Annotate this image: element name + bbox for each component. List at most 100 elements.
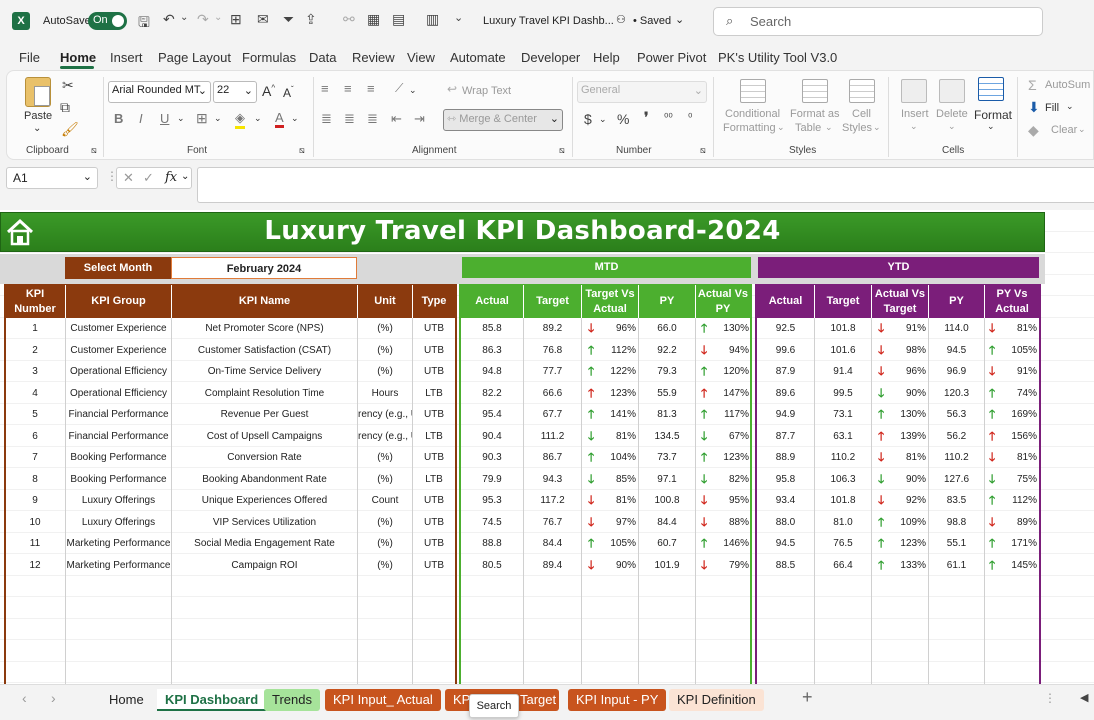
cell-styles-label-2[interactable]: Styles <box>842 122 872 134</box>
clipboard-launcher-icon[interactable]: ⧅ <box>91 145 97 156</box>
name-box[interactable]: A1 ⌄ <box>6 167 98 189</box>
tab-home[interactable]: Home <box>101 689 152 711</box>
autosum-button[interactable]: AutoSum <box>1045 79 1090 91</box>
font-launcher-icon[interactable]: ⧅ <box>299 145 305 156</box>
tab-trends[interactable]: Trends <box>264 689 320 711</box>
format-as-table-icon[interactable] <box>802 79 828 103</box>
autosave-toggle[interactable]: On <box>88 12 127 30</box>
paste-button[interactable]: Paste <box>24 110 52 122</box>
redo-icon[interactable]: ↷ <box>197 11 209 28</box>
customize-qat-icon[interactable]: ⌄ <box>454 11 463 24</box>
format-as-table-label-1[interactable]: Format as <box>790 108 840 120</box>
menu-view[interactable]: View <box>407 50 435 65</box>
cancel-icon[interactable]: ✕ <box>123 170 134 186</box>
fill-button[interactable]: Fill <box>1045 102 1059 114</box>
fill-chevron-icon[interactable]: ⌄ <box>254 113 262 124</box>
menu-data[interactable]: Data <box>309 50 336 65</box>
italic-icon[interactable]: I <box>139 111 143 126</box>
tab-kpi-input-py[interactable]: KPI Input - PY <box>568 689 667 711</box>
wrap-text-button[interactable]: Wrap Text <box>462 85 511 97</box>
grow-font-icon[interactable]: A^ <box>262 83 275 99</box>
insert-function-icon[interactable]: fx <box>165 170 177 185</box>
tab-kpi-definition[interactable]: KPI Definition <box>669 689 764 711</box>
orientation-icon[interactable]: ⟋ <box>395 81 403 96</box>
align-right-icon[interactable]: ≣ <box>367 111 378 127</box>
align-bottom-icon[interactable]: ≡ <box>367 81 375 96</box>
scroll-left-icon[interactable]: ◀ <box>1080 691 1088 704</box>
font-color-icon[interactable]: A <box>275 110 284 128</box>
decrease-indent-icon[interactable]: ⇤ <box>391 111 402 127</box>
increase-decimal-icon[interactable]: ⁰⁰ <box>664 111 673 124</box>
font-name-select[interactable]: Arial Rounded MT ⌄ <box>108 81 211 103</box>
increase-indent-icon[interactable]: ⇥ <box>414 111 425 127</box>
menu-developer[interactable]: Developer <box>521 50 580 65</box>
insert-cells-icon[interactable] <box>901 79 927 103</box>
fill-color-icon[interactable]: ◈ <box>235 110 245 129</box>
formula-input[interactable] <box>197 167 1094 203</box>
enter-icon[interactable]: ✓ <box>143 170 154 186</box>
format-cells-icon[interactable] <box>978 77 1004 101</box>
share-icon[interactable]: ⇪ <box>305 11 317 28</box>
border-icon[interactable]: ⊞ <box>196 110 208 127</box>
grid-icon[interactable]: ▦ <box>367 11 380 28</box>
conditional-formatting-label-1[interactable]: Conditional <box>725 108 780 120</box>
menu-insert[interactable]: Insert <box>110 50 143 65</box>
filter-icon[interactable]: ⏷ <box>283 11 294 28</box>
format-as-table-label-2[interactable]: Table <box>795 122 821 134</box>
mail-icon[interactable]: ✉ <box>257 11 269 28</box>
conditional-formatting-icon[interactable] <box>740 79 766 103</box>
form-icon[interactable]: ▥ <box>426 11 439 28</box>
next-sheet-icon[interactable]: › <box>51 690 56 706</box>
menu-power-pivot[interactable]: Power Pivot <box>637 50 706 65</box>
delete-cells-button[interactable]: Delete <box>936 108 968 120</box>
link-icon[interactable]: ⚯ <box>343 11 355 28</box>
saved-chevron-icon[interactable]: ⌄ <box>675 13 684 26</box>
cell-styles-icon[interactable] <box>849 79 875 103</box>
menu-page-layout[interactable]: Page Layout <box>158 50 231 65</box>
format-painter-icon[interactable]: 🖌 <box>61 121 79 138</box>
underline-icon[interactable]: U <box>160 111 169 126</box>
save-icon[interactable]: 🖫 <box>138 12 150 36</box>
clear-icon[interactable]: ◆ <box>1028 122 1039 139</box>
orientation-chevron-icon[interactable]: ⌄ <box>409 85 417 96</box>
border-chevron-icon[interactable]: ⌄ <box>214 113 222 124</box>
menu-automate[interactable]: Automate <box>450 50 506 65</box>
percent-icon[interactable]: % <box>617 111 629 127</box>
menu-utility-tool[interactable]: PK's Utility Tool V3.0 <box>718 50 837 65</box>
search-box[interactable]: ⌕ Search <box>713 7 1043 36</box>
month-select[interactable]: February 2024 <box>171 257 357 279</box>
saved-status[interactable]: • Saved <box>633 15 671 27</box>
copy-icon[interactable]: ⧉ <box>60 99 70 116</box>
prev-sheet-icon[interactable]: ‹ <box>22 690 27 706</box>
undo-dropdown-icon[interactable]: ⌄ <box>180 12 188 23</box>
autosum-icon[interactable]: Σ <box>1028 77 1037 93</box>
calculator-icon[interactable]: ▤ <box>392 11 405 28</box>
fill-icon[interactable]: ⬇ <box>1028 99 1040 116</box>
number-launcher-icon[interactable]: ⧅ <box>700 145 706 156</box>
format-cells-button[interactable]: Format <box>974 108 1012 122</box>
delete-cells-icon[interactable] <box>939 79 965 103</box>
shrink-font-icon[interactable]: Aˇ <box>283 85 294 100</box>
insert-cells-button[interactable]: Insert <box>901 108 929 120</box>
font-color-chevron-icon[interactable]: ⌄ <box>291 113 299 124</box>
alignment-launcher-icon[interactable]: ⧅ <box>559 145 565 156</box>
number-format-select[interactable]: General ⌄ <box>577 81 707 103</box>
align-top-icon[interactable]: ≡ <box>321 81 329 96</box>
decrease-decimal-icon[interactable]: ⁰ <box>688 111 692 124</box>
undo-icon[interactable]: ↶ <box>163 11 175 28</box>
borders-icon[interactable]: ⊞ <box>230 11 242 28</box>
cell-styles-label-1[interactable]: Cell <box>852 108 871 120</box>
font-size-select[interactable]: 22 ⌄ <box>213 81 257 103</box>
more-sheets-icon[interactable]: ⋮ <box>1044 691 1056 705</box>
underline-chevron-icon[interactable]: ⌄ <box>177 113 185 124</box>
merge-center-button[interactable]: ⇿ Merge & Center ⌄ <box>443 109 563 131</box>
menu-home[interactable]: Home <box>60 50 96 65</box>
menu-file[interactable]: File <box>19 50 40 65</box>
paste-chevron-icon[interactable]: ⌄ <box>33 123 41 134</box>
menu-formulas[interactable]: Formulas <box>242 50 296 65</box>
menu-help[interactable]: Help <box>593 50 620 65</box>
tab-kpi-dashboard[interactable]: KPI Dashboard <box>157 689 267 711</box>
align-center-icon[interactable]: ≣ <box>344 111 355 127</box>
comma-icon[interactable]: ❜ <box>644 109 649 126</box>
clear-button[interactable]: Clear <box>1051 124 1077 136</box>
